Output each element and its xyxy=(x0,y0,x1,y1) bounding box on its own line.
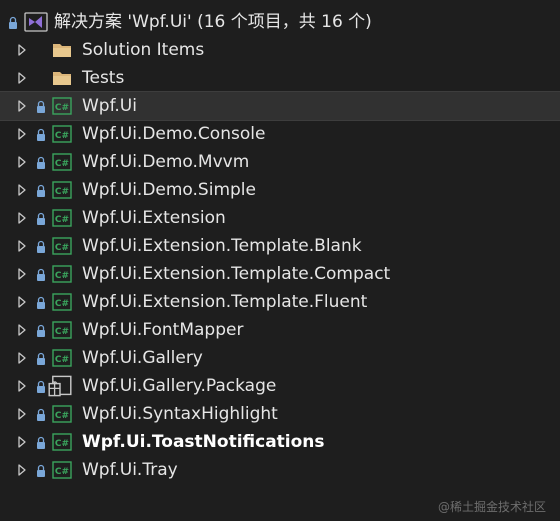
svg-text:C#: C# xyxy=(55,103,69,113)
solution-icon xyxy=(24,12,48,32)
project-row[interactable]: C# Wpf.Ui.Extension.Template.Compact xyxy=(0,260,560,288)
project-row[interactable]: C# Wpf.Ui.ToastNotifications xyxy=(0,428,560,456)
svg-text:C#: C# xyxy=(55,355,69,365)
project-row[interactable]: C# Wpf.Ui.Extension.Template.Fluent xyxy=(0,288,560,316)
svg-text:C#: C# xyxy=(55,271,69,281)
svg-text:C#: C# xyxy=(55,131,69,141)
csharp-project-icon: C# xyxy=(52,265,72,283)
chevron-right-icon[interactable] xyxy=(17,380,27,392)
lock-icon xyxy=(37,212,45,225)
project-label: Wpf.Ui.FontMapper xyxy=(82,320,244,340)
svg-text:C#: C# xyxy=(55,327,69,337)
svg-text:C#: C# xyxy=(55,411,69,421)
solution-explorer-tree: 解决方案 'Wpf.Ui' (16 个项目，共 16 个) Solution I… xyxy=(0,8,560,484)
csharp-project-icon: C# xyxy=(52,97,72,115)
lock-icon xyxy=(37,436,45,449)
svg-text:C#: C# xyxy=(55,439,69,449)
folder-row-tests[interactable]: Tests xyxy=(0,64,560,92)
csharp-project-icon: C# xyxy=(52,405,72,423)
lock-icon xyxy=(37,184,45,197)
project-label: Wpf.Ui.Demo.Console xyxy=(82,124,266,144)
lock-icon xyxy=(37,408,45,421)
svg-text:C#: C# xyxy=(55,215,69,225)
chevron-right-icon[interactable] xyxy=(17,156,27,168)
project-row[interactable]: C# Wpf.Ui.SyntaxHighlight xyxy=(0,400,560,428)
chevron-right-icon[interactable] xyxy=(17,296,27,308)
project-row[interactable]: C# Wpf.Ui.FontMapper xyxy=(0,316,560,344)
solution-root-row[interactable]: 解决方案 'Wpf.Ui' (16 个项目，共 16 个) xyxy=(0,8,560,36)
lock-icon xyxy=(37,128,45,141)
project-label: Wpf.Ui.Gallery xyxy=(82,348,203,368)
lock-icon xyxy=(37,240,45,253)
chevron-right-icon[interactable] xyxy=(17,464,27,476)
lock-icon xyxy=(37,156,45,169)
project-row[interactable]: C# Wpf.Ui.Demo.Simple xyxy=(0,176,560,204)
svg-text:C#: C# xyxy=(55,467,69,477)
csharp-project-icon: C# xyxy=(52,349,72,367)
svg-text:C#: C# xyxy=(55,159,69,169)
csharp-project-icon: C# xyxy=(52,321,72,339)
project-row[interactable]: C# Wpf.Ui.Extension.Template.Blank xyxy=(0,232,560,260)
csharp-project-icon: C# xyxy=(52,125,72,143)
project-row[interactable]: C# Wpf.Ui.Tray xyxy=(0,456,560,484)
folder-row-solution-items[interactable]: Solution Items xyxy=(0,36,560,64)
chevron-right-icon[interactable] xyxy=(17,184,27,196)
lock-icon xyxy=(37,268,45,281)
project-label: Wpf.Ui.Extension.Template.Compact xyxy=(82,264,391,284)
chevron-right-icon[interactable] xyxy=(17,44,27,56)
chevron-right-icon[interactable] xyxy=(17,408,27,420)
chevron-right-icon[interactable] xyxy=(17,240,27,252)
folder-icon xyxy=(53,72,71,85)
lock-icon xyxy=(9,16,17,29)
project-label: Wpf.Ui xyxy=(82,96,137,116)
csharp-project-icon: C# xyxy=(52,433,72,451)
chevron-right-icon[interactable] xyxy=(17,100,27,112)
csharp-project-icon: C# xyxy=(52,181,72,199)
chevron-right-icon[interactable] xyxy=(17,72,27,84)
chevron-right-icon[interactable] xyxy=(17,212,27,224)
folder-label: Tests xyxy=(82,68,125,88)
chevron-right-icon[interactable] xyxy=(17,128,27,140)
project-row[interactable]: C# Wpf.Ui.Gallery xyxy=(0,344,560,372)
project-label: Wpf.Ui.Demo.Simple xyxy=(82,180,256,200)
project-row[interactable]: C# Wpf.Ui.Demo.Mvvm xyxy=(0,148,560,176)
folder-icon xyxy=(53,44,71,57)
project-row[interactable]: C# Wpf.Ui.Demo.Console xyxy=(0,120,560,148)
chevron-right-icon[interactable] xyxy=(17,268,27,280)
svg-text:C#: C# xyxy=(55,299,69,309)
project-label: Wpf.Ui.Extension xyxy=(82,208,226,228)
project-label: Wpf.Ui.Extension.Template.Blank xyxy=(82,236,362,256)
project-row[interactable]: C# Wpf.Ui xyxy=(0,91,560,121)
svg-text:C#: C# xyxy=(55,187,69,197)
lock-icon xyxy=(37,380,45,393)
chevron-right-icon[interactable] xyxy=(17,324,27,336)
folder-label: Solution Items xyxy=(82,40,205,60)
project-label: Wpf.Ui.SyntaxHighlight xyxy=(82,404,278,424)
project-label: Wpf.Ui.ToastNotifications xyxy=(82,432,325,452)
lock-icon xyxy=(37,100,45,113)
chevron-right-icon[interactable] xyxy=(17,352,27,364)
lock-icon xyxy=(37,464,45,477)
project-label: Wpf.Ui.Tray xyxy=(82,460,178,480)
lock-icon xyxy=(37,324,45,337)
csharp-project-icon: C# xyxy=(52,461,72,479)
svg-text:C#: C# xyxy=(55,243,69,253)
lock-icon xyxy=(37,296,45,309)
solution-label: 解决方案 'Wpf.Ui' (16 个项目，共 16 个) xyxy=(54,12,372,32)
lock-icon xyxy=(37,352,45,365)
chevron-right-icon[interactable] xyxy=(17,436,27,448)
watermark: @稀土掘金技术社区 xyxy=(437,500,546,514)
project-label: Wpf.Ui.Demo.Mvvm xyxy=(82,152,250,172)
project-row[interactable]: C# Wpf.Ui.Extension xyxy=(0,204,560,232)
csharp-project-icon: C# xyxy=(52,153,72,171)
csharp-project-icon: C# xyxy=(52,293,72,311)
project-label: Wpf.Ui.Extension.Template.Fluent xyxy=(82,292,368,312)
csharp-project-icon: C# xyxy=(52,237,72,255)
project-label: Wpf.Ui.Gallery.Package xyxy=(82,376,277,396)
project-row[interactable]: Wpf.Ui.Gallery.Package xyxy=(0,372,560,400)
package-project-icon xyxy=(48,375,72,397)
csharp-project-icon: C# xyxy=(52,209,72,227)
